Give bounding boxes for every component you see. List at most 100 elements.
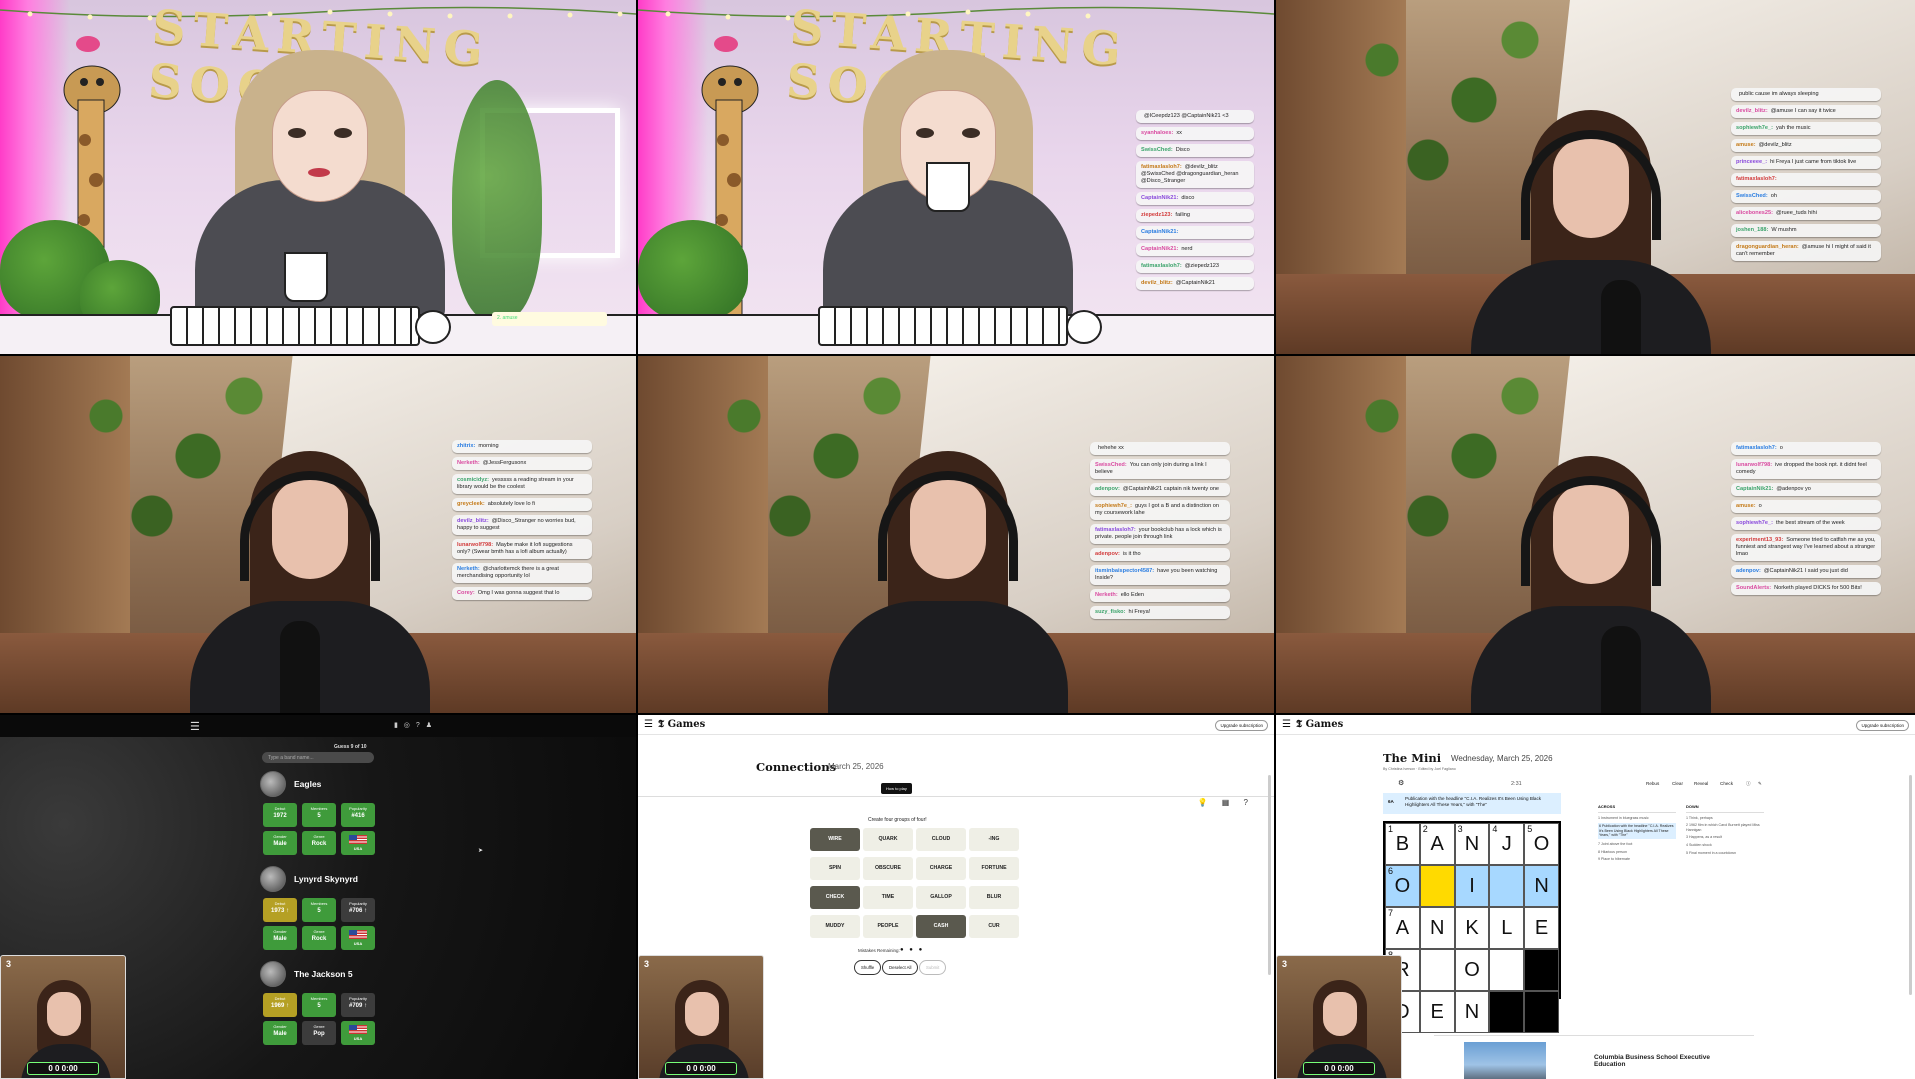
nyt-games-logo[interactable]: 𝕿 Games bbox=[658, 719, 705, 730]
word-tile[interactable]: GALLOP bbox=[916, 886, 966, 909]
cell-number: 4 bbox=[1492, 824, 1498, 834]
clue-item[interactable]: 1 Instrument in bluegrass music bbox=[1598, 816, 1676, 821]
word-tile[interactable]: MUDDY bbox=[810, 915, 860, 938]
crossword-cell[interactable]: 6O bbox=[1385, 865, 1420, 907]
scrollbar[interactable] bbox=[1909, 775, 1912, 995]
word-tile[interactable]: TIME bbox=[863, 886, 913, 909]
cell-letter: O bbox=[1464, 959, 1480, 981]
crossword-cell[interactable]: L bbox=[1489, 907, 1525, 949]
band-tile-debut: Debut 1969 ↑ bbox=[263, 993, 297, 1017]
submit-button[interactable]: Submit bbox=[919, 960, 947, 975]
clue-item[interactable]: 1 Think, perhaps bbox=[1686, 816, 1764, 821]
clue-item[interactable]: 9 Place to hibernate bbox=[1598, 857, 1676, 862]
chat-username: dragonguardian_heran: bbox=[1736, 244, 1799, 250]
scrollbar[interactable] bbox=[1268, 775, 1271, 975]
crossword-cell[interactable]: N bbox=[1454, 991, 1490, 1033]
usa-flag-icon bbox=[349, 835, 367, 844]
word-tile[interactable]: CUR bbox=[969, 915, 1019, 938]
active-clue-bar[interactable]: 6A Publication with the headline "C.I.A.… bbox=[1383, 793, 1561, 814]
crossword-cell[interactable]: N bbox=[1419, 907, 1455, 949]
chat-message: cosmicidyz: yesssss a reading stream in y… bbox=[452, 474, 592, 494]
upgrade-button[interactable]: Upgrade subscription bbox=[1215, 720, 1268, 731]
word-tile[interactable]: PEOPLE bbox=[863, 915, 913, 938]
shuffle-button[interactable]: Shuffle bbox=[854, 960, 882, 975]
check-button[interactable]: Check bbox=[1720, 781, 1733, 786]
word-tile[interactable]: CHARGE bbox=[916, 857, 966, 880]
word-tile[interactable]: CHECK bbox=[810, 886, 860, 909]
chat-message: amuse: @devilz_blitz bbox=[1731, 139, 1881, 152]
cam-badge: 3 bbox=[644, 959, 650, 969]
crossword-cell[interactable]: 7A bbox=[1385, 907, 1420, 949]
band-search-input[interactable]: Type a band name... bbox=[262, 752, 374, 763]
clue-item[interactable]: 7 Joint above the foot bbox=[1598, 842, 1676, 847]
band-tile-members: Members 5 bbox=[302, 803, 336, 827]
word-tile[interactable]: BLUR bbox=[969, 886, 1019, 909]
word-tile[interactable]: QUARK bbox=[863, 828, 913, 851]
toolbar-icons[interactable]: 💡 ▦ ? bbox=[1198, 798, 1254, 807]
word-tile[interactable]: -ING bbox=[969, 828, 1019, 851]
crossword-cell[interactable]: 5O bbox=[1524, 823, 1559, 865]
tile-value: Rock bbox=[311, 841, 327, 847]
crossword-cell[interactable]: 3N bbox=[1454, 823, 1490, 865]
word-tile[interactable]: WIRE bbox=[810, 828, 860, 851]
crossword-cell[interactable]: K bbox=[1454, 907, 1490, 949]
crossword-cell[interactable]: E bbox=[1524, 907, 1559, 949]
reveal-button[interactable]: Reveal bbox=[1694, 781, 1708, 786]
gear-icon[interactable]: ⚙ bbox=[1398, 779, 1404, 787]
pencil-icon[interactable]: ✎ bbox=[1758, 781, 1762, 787]
toolbar-icons[interactable]: ▮ ◎ ? ♟ bbox=[394, 721, 434, 729]
word-tile[interactable]: CLOUD bbox=[916, 828, 966, 851]
chat-message: amuse: o bbox=[1731, 500, 1881, 513]
crossword-cell[interactable] bbox=[1489, 949, 1525, 991]
word-tile[interactable]: FORTUNE bbox=[969, 857, 1019, 880]
how-to-play-button[interactable]: How to play bbox=[881, 783, 912, 794]
clue-item[interactable]: 5 Final moment in a countdown bbox=[1686, 851, 1764, 856]
crossword-cell[interactable]: E bbox=[1419, 991, 1455, 1033]
crossword-cell[interactable]: 1B bbox=[1385, 823, 1420, 865]
menu-icon[interactable]: ☰ bbox=[190, 720, 200, 733]
menu-icon[interactable]: ☰ bbox=[644, 719, 653, 730]
band-tile-genre: Genre Pop bbox=[302, 1021, 336, 1045]
crossword-cell[interactable]: N bbox=[1524, 865, 1559, 907]
word-tile[interactable]: OBSCURE bbox=[863, 857, 913, 880]
page-title: Connections bbox=[756, 760, 837, 774]
chat-text: @CaptainNik21 captain nik twenty one bbox=[1122, 486, 1220, 492]
streamer-face bbox=[685, 992, 719, 1036]
tile-label: Genre bbox=[313, 834, 325, 839]
chat-username: fatimaxlasloh7: bbox=[1141, 263, 1182, 269]
character-eye-left bbox=[916, 128, 934, 138]
help-icon[interactable]: ⓘ bbox=[1746, 781, 1751, 787]
band-tile-genre: Genre Rock bbox=[302, 926, 336, 950]
cam-badge: 3 bbox=[1282, 959, 1288, 969]
active-clue-number: 6A bbox=[1388, 799, 1394, 804]
clue-item[interactable]: 4 Sudden shock bbox=[1686, 843, 1764, 848]
word-tile[interactable]: SPIN bbox=[810, 857, 860, 880]
crossword-cell[interactable]: 4J bbox=[1489, 823, 1525, 865]
crossword-cell[interactable] bbox=[1419, 865, 1455, 907]
crossword-cell[interactable] bbox=[1419, 949, 1455, 991]
band-name: The Jackson 5 bbox=[294, 969, 353, 979]
crossword-cell[interactable]: I bbox=[1454, 865, 1490, 907]
chat-message: zhitrix: morning bbox=[452, 440, 592, 453]
deselect-all-button[interactable]: Deselect All bbox=[882, 960, 919, 975]
band-tile-country: USA bbox=[341, 1021, 375, 1045]
clue-item[interactable]: 8 Hilarious person bbox=[1598, 850, 1676, 855]
crossword-cell[interactable] bbox=[1489, 865, 1525, 907]
crossword-cell[interactable]: O bbox=[1454, 949, 1490, 991]
page-title: The Mini bbox=[1383, 751, 1442, 765]
crossword-cell[interactable]: 2A bbox=[1419, 823, 1455, 865]
nyt-games-logo[interactable]: 𝕿 Games bbox=[1296, 719, 1343, 730]
microphone-icon bbox=[1601, 280, 1641, 354]
chat-text: xx bbox=[1176, 130, 1182, 136]
upgrade-button[interactable]: Upgrade subscription bbox=[1856, 720, 1909, 731]
chat-text: is it tho bbox=[1122, 551, 1141, 557]
clue-item[interactable]: 6 Publication with the headline "C.I.A. … bbox=[1598, 823, 1676, 839]
advertisement[interactable]: Columbia Business School Executive Educa… bbox=[1434, 1035, 1754, 1079]
clear-button[interactable]: Clear bbox=[1672, 781, 1683, 786]
clue-item[interactable]: 2 1962 film in which Carol Burnett playe… bbox=[1686, 823, 1764, 832]
cell-letter: K bbox=[1465, 917, 1479, 939]
clue-item[interactable]: 3 Happens, as a result bbox=[1686, 835, 1764, 840]
word-tile[interactable]: CASH bbox=[916, 915, 966, 938]
menu-icon[interactable]: ☰ bbox=[1282, 719, 1291, 730]
rebus-button[interactable]: Rebus bbox=[1646, 781, 1659, 786]
